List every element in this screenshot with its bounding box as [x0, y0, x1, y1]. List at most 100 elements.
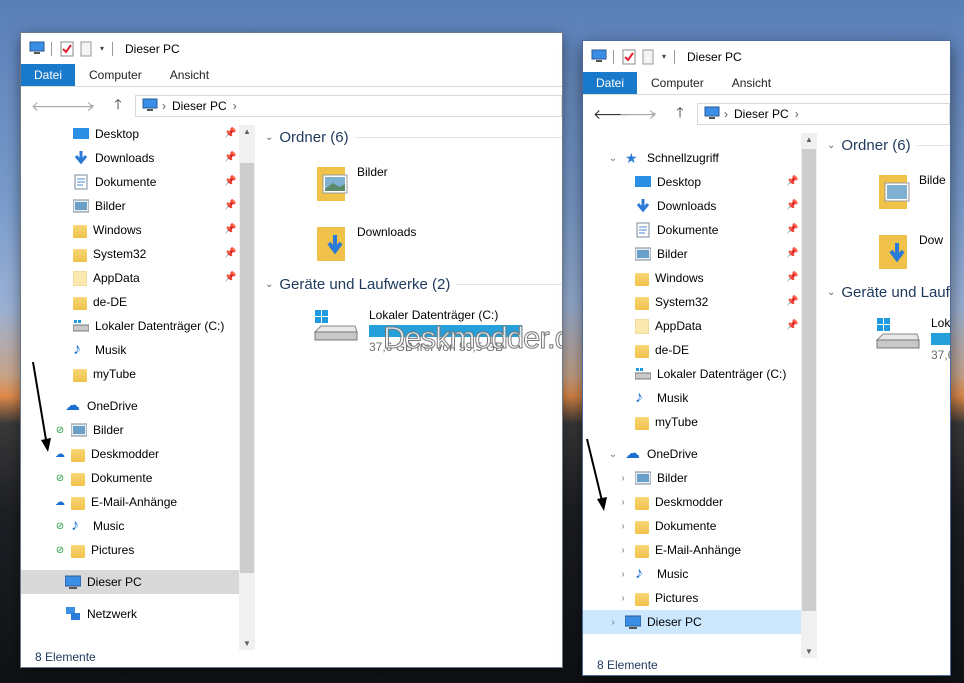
- quick-access-dropdown-icon[interactable]: ▾: [662, 52, 666, 61]
- scroll-thumb[interactable]: [802, 149, 816, 611]
- onedrive-item-email[interactable]: › E-Mail-Anhänge: [617, 538, 741, 562]
- sidebar-item-system32[interactable]: System32: [635, 290, 708, 314]
- sidebar-item-local-disk[interactable]: Lokaler Datenträger (C:): [634, 362, 786, 386]
- folder-tile-downloads[interactable]: Downloads: [317, 223, 416, 261]
- chevron-right-icon[interactable]: ›: [617, 569, 629, 580]
- sidebar-item-de-de[interactable]: de-DE: [635, 338, 689, 362]
- sidebar-item-musik[interactable]: ♪ Musik: [73, 338, 126, 362]
- quick-access-dropdown-icon[interactable]: ▾: [100, 44, 104, 53]
- pin-icon[interactable]: 📌: [786, 248, 798, 259]
- onedrive-item-deskmodder[interactable]: › Deskmodder: [617, 490, 723, 514]
- breadcrumb[interactable]: Dieser PC: [734, 107, 789, 121]
- group-header-folders[interactable]: ⌄ Ordner (6): [827, 137, 950, 154]
- new-folder-icon[interactable]: [642, 49, 656, 65]
- breadcrumb[interactable]: Dieser PC: [172, 99, 227, 113]
- nav-scrollbar[interactable]: ▲ ▼: [239, 125, 255, 650]
- chevron-right-icon[interactable]: ›: [617, 593, 629, 604]
- pin-icon[interactable]: 📌: [224, 224, 236, 235]
- pin-icon[interactable]: 📌: [786, 224, 798, 235]
- sidebar-item-appdata[interactable]: AppData: [635, 314, 702, 338]
- sidebar-item-musik[interactable]: ♪ Musik: [635, 386, 688, 410]
- group-header-drives[interactable]: ⌄ Geräte und Laufw: [827, 284, 950, 301]
- scroll-down-icon[interactable]: ▼: [239, 639, 255, 648]
- sidebar-item-mytube[interactable]: myTube: [73, 362, 136, 386]
- chevron-right-icon[interactable]: ›: [617, 545, 629, 556]
- pin-icon[interactable]: 📌: [786, 320, 798, 331]
- pin-icon[interactable]: 📌: [224, 272, 236, 283]
- scroll-up-icon[interactable]: ▲: [801, 135, 817, 144]
- group-header-folders[interactable]: ⌄ Ordner (6): [265, 129, 562, 146]
- sidebar-item-dokumente[interactable]: Dokumente: [73, 170, 156, 194]
- onedrive-item-pictures[interactable]: › Pictures: [617, 586, 698, 610]
- tab-ansicht[interactable]: Ansicht: [718, 72, 785, 94]
- address-box[interactable]: › Dieser PC ›: [135, 95, 562, 117]
- chevron-right-icon[interactable]: ›: [617, 521, 629, 532]
- pin-icon[interactable]: 📌: [224, 176, 236, 187]
- group-header-drives[interactable]: ⌄ Geräte und Laufwerke (2): [265, 276, 562, 293]
- sidebar-item-windows[interactable]: Windows: [73, 218, 142, 242]
- onedrive-item-dokumente[interactable]: › Dokumente: [617, 514, 716, 538]
- folder-tile-bilder[interactable]: Bilder: [317, 163, 388, 201]
- onedrive-item-pictures[interactable]: ⊘ Pictures: [55, 538, 134, 562]
- onedrive-item-music[interactable]: › ♪ Music: [617, 562, 688, 586]
- tab-datei[interactable]: Datei: [21, 64, 76, 86]
- back-button[interactable]: 🡐: [31, 98, 69, 115]
- pin-icon[interactable]: 📌: [224, 128, 236, 139]
- onedrive-item-deskmodder[interactable]: ☁ Deskmodder: [55, 442, 159, 466]
- scroll-thumb[interactable]: [240, 163, 254, 573]
- tab-datei[interactable]: Datei: [583, 72, 638, 94]
- onedrive-item-email[interactable]: ☁ E-Mail-Anhänge: [55, 490, 177, 514]
- back-button[interactable]: 🡐: [593, 106, 631, 123]
- onedrive-item-dokumente[interactable]: ⊘ Dokumente: [55, 466, 152, 490]
- pin-icon[interactable]: 📌: [786, 176, 798, 187]
- sidebar-item-downloads[interactable]: Downloads: [73, 146, 154, 170]
- pin-icon[interactable]: 📌: [786, 296, 798, 307]
- tab-computer[interactable]: Computer: [637, 72, 718, 94]
- new-folder-icon[interactable]: [80, 41, 94, 57]
- properties-icon[interactable]: [60, 41, 74, 57]
- properties-icon[interactable]: [622, 49, 636, 65]
- sidebar-item-de-de[interactable]: de-DE: [73, 290, 127, 314]
- sidebar-item-downloads[interactable]: Downloads: [635, 194, 716, 218]
- tab-computer[interactable]: Computer: [75, 64, 156, 86]
- scroll-up-icon[interactable]: ▲: [239, 127, 255, 136]
- up-button[interactable]: 🡑: [109, 94, 127, 118]
- pin-icon[interactable]: 📌: [786, 200, 798, 211]
- sidebar-item-desktop[interactable]: Desktop: [73, 125, 139, 146]
- tab-ansicht[interactable]: Ansicht: [156, 64, 223, 86]
- sidebar-item-mytube[interactable]: myTube: [635, 410, 698, 434]
- sidebar-item-onedrive[interactable]: ☁ OneDrive: [65, 394, 138, 418]
- folder-tile-bilder[interactable]: Bilde: [879, 171, 946, 209]
- forward-button[interactable]: 🡒: [57, 98, 95, 115]
- forward-button[interactable]: 🡒: [619, 106, 657, 123]
- chevron-right-icon[interactable]: ›: [607, 617, 619, 628]
- sidebar-item-system32[interactable]: System32: [73, 242, 146, 266]
- address-box[interactable]: › Dieser PC ›: [697, 103, 950, 125]
- chevron-right-icon[interactable]: ›: [617, 473, 629, 484]
- sidebar-item-netzwerk[interactable]: Netzwerk: [65, 602, 137, 626]
- sidebar-item-local-disk[interactable]: Lokaler Datenträger (C:): [72, 314, 224, 338]
- onedrive-item-bilder[interactable]: ⊘ Bilder: [55, 418, 124, 442]
- sidebar-item-onedrive[interactable]: ⌄ ☁ OneDrive: [607, 442, 698, 466]
- nav-scrollbar[interactable]: ▲ ▼: [801, 133, 817, 658]
- recent-locations-icon[interactable]: ▾: [645, 110, 663, 119]
- drive-tile-c[interactable]: Loka 37,6: [875, 316, 950, 362]
- folder-tile-downloads[interactable]: Dow: [879, 231, 943, 269]
- onedrive-item-bilder[interactable]: › Bilder: [617, 466, 687, 490]
- sidebar-item-dieser-pc[interactable]: Dieser PC: [21, 570, 239, 594]
- scroll-down-icon[interactable]: ▼: [801, 647, 817, 656]
- sidebar-item-windows[interactable]: Windows: [635, 266, 704, 290]
- sidebar-item-dokumente[interactable]: Dokumente: [635, 218, 718, 242]
- chevron-right-icon[interactable]: ›: [617, 497, 629, 508]
- sidebar-item-desktop[interactable]: Desktop: [635, 170, 701, 194]
- pin-icon[interactable]: 📌: [786, 272, 798, 283]
- sidebar-item-schnellzugriff[interactable]: ⌄ ★ Schnellzugriff: [607, 146, 719, 170]
- sidebar-item-bilder[interactable]: Bilder: [72, 194, 126, 218]
- sidebar-item-bilder[interactable]: Bilder: [634, 242, 688, 266]
- pin-icon[interactable]: 📌: [224, 200, 236, 211]
- up-button[interactable]: 🡑: [671, 102, 689, 126]
- sidebar-item-appdata[interactable]: AppData: [73, 266, 140, 290]
- recent-locations-icon[interactable]: ▾: [83, 102, 101, 111]
- pin-icon[interactable]: 📌: [224, 248, 236, 259]
- onedrive-item-music[interactable]: ⊘ ♪ Music: [55, 514, 125, 538]
